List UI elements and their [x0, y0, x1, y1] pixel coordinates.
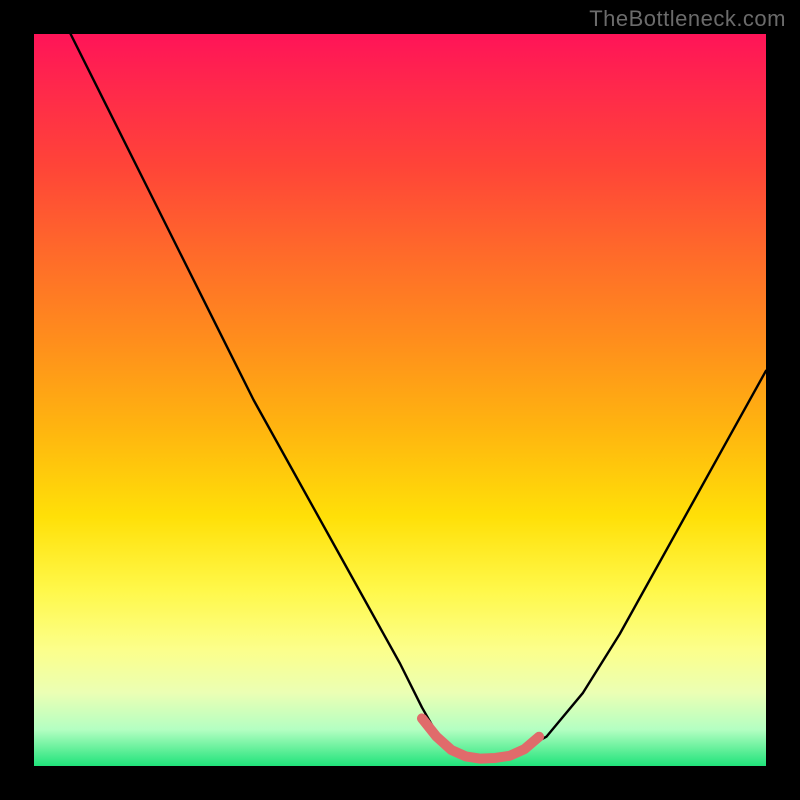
chart-frame: TheBottleneck.com — [0, 0, 800, 800]
bottleneck-curve — [71, 34, 766, 758]
chart-svg — [34, 34, 766, 766]
watermark-label: TheBottleneck.com — [589, 6, 786, 32]
optimal-band-curve — [422, 718, 539, 758]
